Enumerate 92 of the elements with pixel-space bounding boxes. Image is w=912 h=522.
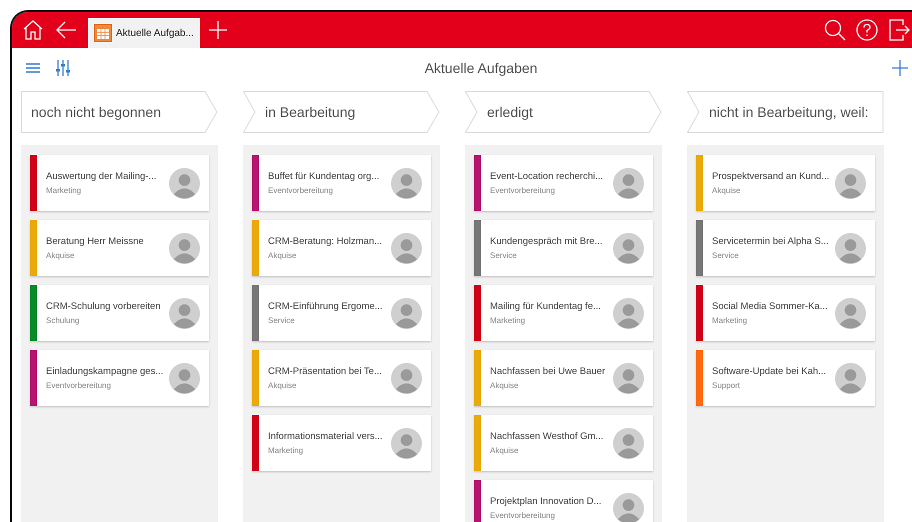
task-category: Marketing: [46, 186, 82, 195]
task-card[interactable]: CRM-Einführung Ergome... Service: [252, 285, 431, 341]
avatar-icon: [169, 168, 200, 198]
task-title: Nachfassen Westhof Gm...: [490, 431, 604, 442]
task-category: Schulung: [46, 316, 80, 325]
task-title: Beratung Herr Meissne: [46, 236, 145, 247]
task-card[interactable]: Beratung Herr Meissne Akquise: [30, 220, 209, 276]
task-card[interactable]: Projektplan Innovation D... Eventvorbereitung: [474, 480, 653, 522]
task-category: Akquise: [490, 381, 520, 390]
column-header: erledigt: [465, 91, 662, 133]
avatar-icon: [169, 362, 200, 394]
avatar-icon: [835, 232, 866, 264]
task-title: Software-Update bei Kah...: [712, 366, 828, 377]
task-title: Social Media Sommer-Ka...: [712, 301, 829, 312]
task-category: Akquise: [268, 381, 298, 390]
task-category: Eventvorbereitung: [46, 381, 112, 390]
task-category: Akquise: [490, 446, 520, 455]
task-title: Event-Location recherchi...: [490, 171, 604, 182]
avatar-icon: [613, 232, 644, 264]
task-category: Eventvorbereitung: [268, 186, 334, 195]
task-title: Auswertung der Mailing-...: [46, 171, 158, 182]
task-card[interactable]: Informationsmaterial vers... Marketing: [252, 415, 431, 471]
column-header: in Bearbeitung: [243, 91, 440, 133]
task-card[interactable]: Buffet für Kundentag org... Eventvorbereitung: [252, 155, 431, 211]
menu-icon[interactable]: [26, 62, 40, 74]
task-title: CRM-Einführung Ergome...: [268, 301, 384, 312]
avatar-icon: [835, 298, 866, 328]
column-header: nicht in Bearbeitung, weil:: [687, 91, 884, 133]
task-category: Service: [490, 251, 518, 260]
add-icon[interactable]: [892, 60, 908, 76]
task-title: CRM-Schulung vorbereiten: [46, 301, 162, 312]
task-card[interactable]: Software-Update bei Kah... Support: [696, 350, 875, 406]
page-title: Aktuelle Aufgaben: [424, 60, 538, 76]
task-title: Projektplan Innovation D...: [490, 496, 602, 507]
task-category: Akquise: [46, 251, 76, 260]
avatar-icon: [835, 362, 866, 394]
task-card[interactable]: Nachfassen bei Uwe Bauer Akquise: [474, 350, 653, 406]
column-header: noch nicht begonnen: [21, 91, 218, 133]
task-card[interactable]: Einladungskampagne ges... Eventvorbereitung: [30, 350, 209, 406]
task-category: Akquise: [712, 186, 742, 195]
back-arrow-icon[interactable]: [54, 19, 78, 41]
task-title: Nachfassen bei Uwe Bauer: [490, 366, 606, 377]
task-title: Prospektversand an Kund...: [712, 171, 830, 182]
task-category: Akquise: [268, 251, 298, 260]
task-category: Service: [268, 316, 296, 325]
help-icon[interactable]: [856, 19, 878, 41]
avatar-icon: [391, 232, 422, 264]
task-title: CRM-Beratung: Holzman...: [268, 236, 384, 247]
tab[interactable]: Aktuelle Aufgab...: [88, 18, 200, 48]
task-card[interactable]: CRM-Schulung vorbereiten Schulung: [30, 285, 209, 341]
task-category: Eventvorbereitung: [490, 511, 556, 520]
task-category: Service: [712, 251, 740, 260]
task-card[interactable]: CRM-Präsentation bei Te... Akquise: [252, 350, 431, 406]
avatar-icon: [391, 362, 422, 394]
avatar-icon: [613, 428, 644, 458]
task-card[interactable]: Event-Location recherchi... Eventvorbereitung: [474, 155, 653, 211]
task-category: Marketing: [712, 316, 748, 325]
avatar-icon: [835, 168, 866, 198]
task-category: Eventvorbereitung: [490, 186, 556, 195]
avatar-icon: [169, 232, 200, 264]
avatar-icon: [613, 298, 644, 328]
task-title: Kundengespräch mit Bre...: [490, 236, 604, 247]
add-tab-icon[interactable]: [208, 20, 228, 40]
search-icon[interactable]: [824, 19, 846, 41]
task-category: Marketing: [268, 446, 304, 455]
task-card[interactable]: Kundengespräch mit Bre... Service: [474, 220, 653, 276]
avatar-icon: [613, 168, 644, 198]
avatar-icon: [391, 298, 422, 328]
avatar-icon: [613, 492, 644, 522]
avatar-icon: [391, 428, 422, 458]
task-card[interactable]: Mailing für Kundentag fe... Marketing: [474, 285, 653, 341]
task-title: Servicetermin bei Alpha S...: [712, 236, 830, 247]
logout-icon[interactable]: [888, 19, 910, 41]
task-title: Buffet für Kundentag org...: [268, 171, 380, 182]
avatar-icon: [169, 298, 200, 328]
task-card[interactable]: Prospektversand an Kund... Akquise: [696, 155, 875, 211]
home-icon[interactable]: [22, 19, 44, 41]
task-card[interactable]: Nachfassen Westhof Gm... Akquise: [474, 415, 653, 471]
calendar-icon: [94, 24, 112, 42]
avatar-icon: [391, 168, 422, 198]
task-title: Einladungskampagne ges...: [46, 366, 164, 377]
task-card[interactable]: CRM-Beratung: Holzman... Akquise: [252, 220, 431, 276]
task-category: Support: [712, 381, 742, 390]
task-card[interactable]: Social Media Sommer-Ka... Marketing: [696, 285, 875, 341]
filter-sliders-icon[interactable]: [56, 60, 70, 76]
task-title: Mailing für Kundentag fe...: [490, 301, 602, 312]
avatar-icon: [613, 362, 644, 394]
task-title: CRM-Präsentation bei Te...: [268, 366, 383, 377]
task-category: Marketing: [490, 316, 526, 325]
task-card[interactable]: Servicetermin bei Alpha S... Service: [696, 220, 875, 276]
task-title: Informationsmaterial vers...: [268, 431, 384, 442]
task-card[interactable]: Auswertung der Mailing-... Marketing: [30, 155, 209, 211]
